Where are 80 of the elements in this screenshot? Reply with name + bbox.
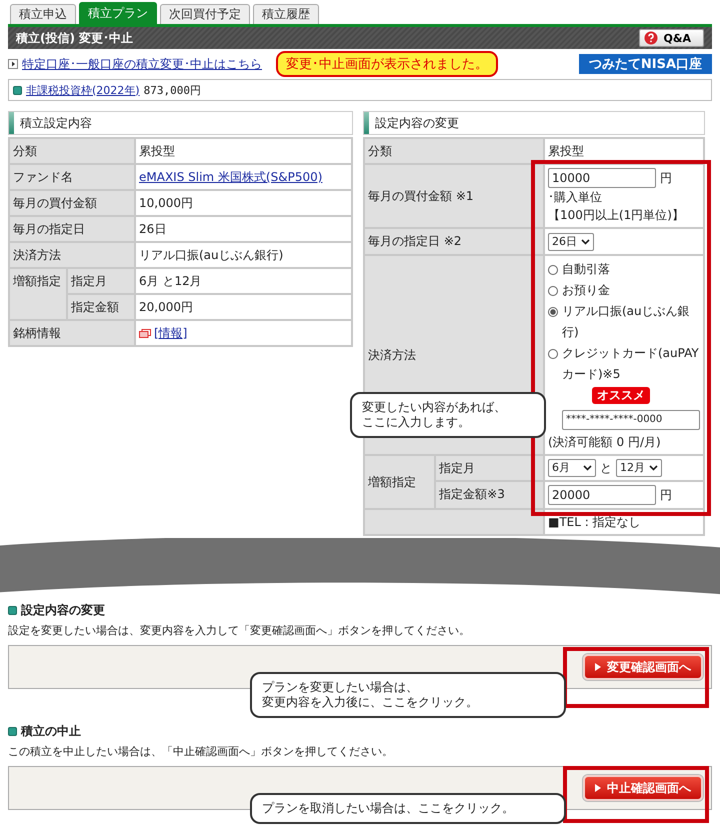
nisa-account-label: つみたてNISA口座 xyxy=(578,54,712,74)
table-label: 銘柄情報 xyxy=(9,320,135,346)
chevron-icon xyxy=(649,465,658,471)
table-cell: 10,000円 xyxy=(135,190,352,216)
table-label: 決済方法 xyxy=(368,348,416,362)
table-label: 決済方法 xyxy=(9,242,135,268)
radio-label: お預り金 xyxy=(562,282,610,299)
callout-text: プランを取消したい場合は、ここをクリック。 xyxy=(262,801,515,816)
table-label: 分類 xyxy=(9,138,135,164)
radio-button[interactable] xyxy=(548,307,558,317)
section-title: 積立の中止 xyxy=(21,723,81,740)
confirm-button[interactable]: 中止確認画面へ xyxy=(583,775,703,801)
table-label: 指定金額※3 xyxy=(435,481,544,509)
joiner-text: と xyxy=(600,460,612,477)
day-select[interactable]: 26日 xyxy=(548,233,594,251)
callout-text: プランを変更したい場合は、 xyxy=(262,680,419,695)
table-label: 毎月の買付金額 xyxy=(9,190,135,216)
table-label: 毎月の指定日 ※2 xyxy=(368,234,462,248)
radio-button[interactable] xyxy=(548,286,558,296)
tab[interactable]: 次回買付予定 xyxy=(160,4,250,24)
table-label: 増額指定 xyxy=(364,455,436,509)
bullet-icon xyxy=(8,727,17,736)
month-select[interactable]: 6月 xyxy=(548,459,596,477)
tab[interactable]: 積立履歴 xyxy=(253,4,319,24)
radio-button[interactable] xyxy=(548,349,558,359)
table-label: 分類 xyxy=(368,144,392,158)
month-select[interactable]: 12月 xyxy=(616,459,662,477)
limit-note: (決済可能額 0 円/月) xyxy=(548,434,662,451)
amount-field[interactable]: 20000 xyxy=(548,485,656,505)
play-icon xyxy=(595,663,601,671)
table-label: 指定月 xyxy=(67,268,135,294)
account-link[interactable]: 特定口座･一般口座の積立変更･中止はこちら xyxy=(22,56,262,72)
page-title: 積立(投信) 変更･中止 xyxy=(16,30,134,46)
table-cell: リアル口振(auじぶん銀行) xyxy=(135,242,352,268)
table-cell: 20,000円 xyxy=(135,294,352,320)
table-cell: 6月 と12月 xyxy=(135,268,352,294)
card-number-field[interactable]: ****-****-****-0000 xyxy=(562,410,700,430)
play-icon xyxy=(595,784,601,792)
section-description: 設定を変更したい場合は、変更内容を入力して「変更確認画面へ」ボタンを押してください。 xyxy=(8,623,471,638)
unit-label: 円 xyxy=(660,487,672,504)
callout-text: 変更したい内容があれば、 xyxy=(362,400,507,415)
qa-button[interactable]: Q&A xyxy=(638,29,704,47)
tax-free-link[interactable]: 非課税投資枠(2022年) xyxy=(26,82,140,98)
radio-label: クレジットカード(auPAYカード)※5 xyxy=(562,345,700,383)
table-cell: 累投型 xyxy=(135,138,352,164)
table-label: 指定金額 xyxy=(67,294,135,320)
radio-label: リアル口振(auじぶん銀行) xyxy=(562,303,691,341)
accent-bar xyxy=(364,112,369,134)
tax-free-amount: 873,000円 xyxy=(144,82,201,98)
radio-button[interactable] xyxy=(548,265,558,275)
unit-label: 円 xyxy=(660,170,672,187)
table-label: 毎月の買付金額 ※1 xyxy=(368,189,474,203)
notice-badge: 変更･中止画面が表示されました。 xyxy=(276,51,498,77)
section-title: 積立設定内容 xyxy=(20,114,92,132)
radio-label: 自動引落 xyxy=(562,261,610,278)
chevron-icon xyxy=(583,465,592,471)
callout-text: ここに入力します。 xyxy=(362,415,471,430)
accent-bar xyxy=(9,112,14,134)
window-icon xyxy=(139,329,151,338)
table-label: 指定月 xyxy=(435,455,544,481)
tab[interactable]: 積立申込 xyxy=(10,4,76,24)
table-label: ファンド名 xyxy=(9,164,135,190)
bullet-icon xyxy=(13,86,22,94)
recommended-badge: オススメ xyxy=(592,387,650,404)
amount-field[interactable]: 10000 xyxy=(548,168,656,188)
tab[interactable]: 積立プラン xyxy=(79,2,157,24)
section-title: 設定内容の変更 xyxy=(21,602,105,619)
table-label: 毎月の指定日 xyxy=(9,216,135,242)
chevron-icon xyxy=(581,239,590,245)
bullet-icon xyxy=(8,606,17,615)
confirm-button[interactable]: 変更確認画面へ xyxy=(583,654,703,680)
unit-note: 【100円以上(1円単位)】 xyxy=(548,207,685,224)
info-link[interactable]: [情報] xyxy=(154,326,188,340)
help-icon xyxy=(644,31,658,45)
callout-text: 変更内容を入力後に、ここをクリック。 xyxy=(262,695,479,710)
table-cell: 26日 xyxy=(135,216,352,242)
table-label: 増額指定 xyxy=(9,268,67,320)
unit-note: ･購入単位 xyxy=(548,189,603,206)
section-title: 設定内容の変更 xyxy=(375,114,459,132)
section-description: この積立を中止したい場合は、「中止確認画面へ」ボタンを押してください。 xyxy=(8,744,394,759)
